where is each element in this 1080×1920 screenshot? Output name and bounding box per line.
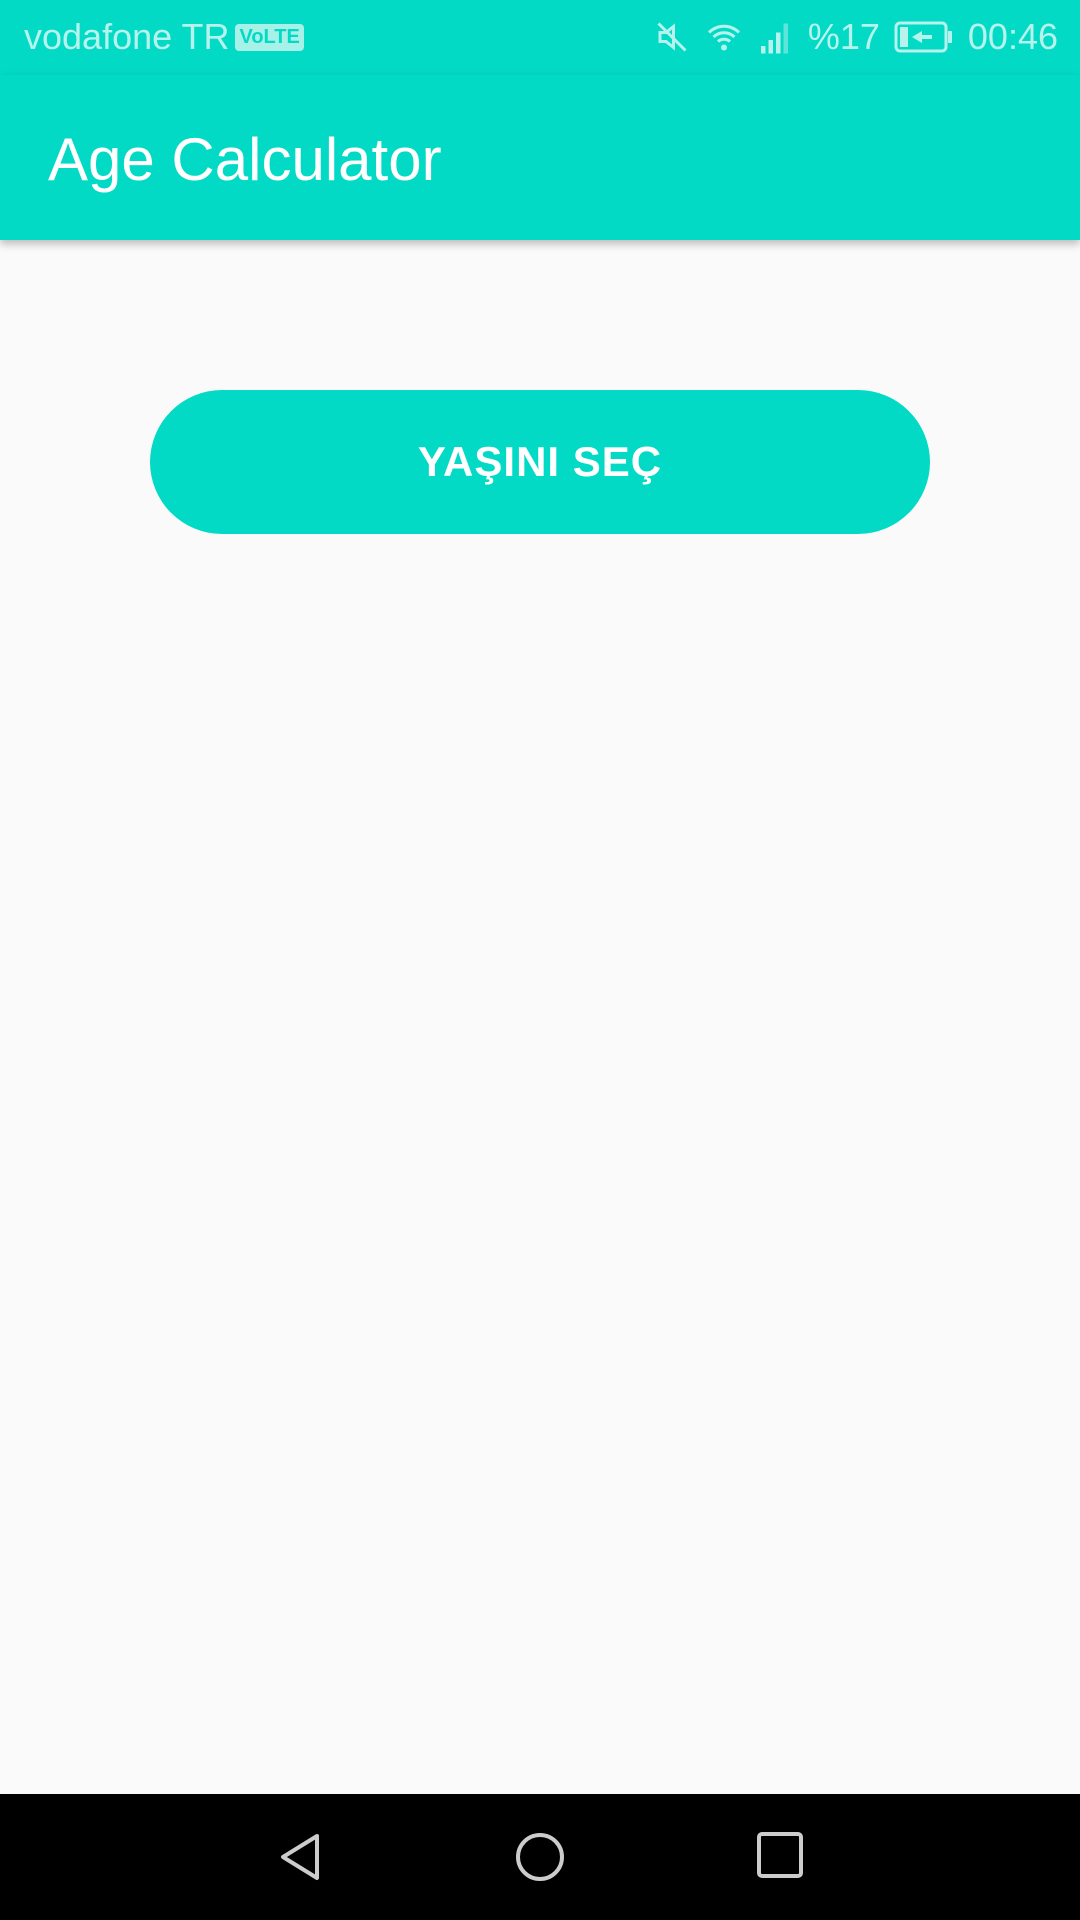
app-title: Age Calculator — [48, 126, 442, 193]
signal-icon — [760, 23, 788, 54]
pick-age-button[interactable]: YAŞINI SEÇ — [150, 390, 930, 534]
status-bar: vodafone TR VoLTE %17 00:46 — [0, 0, 1080, 75]
navigation-bar — [0, 1794, 1080, 1920]
back-icon[interactable] — [275, 1832, 325, 1882]
battery-charging-icon — [894, 21, 952, 53]
mute-icon — [657, 22, 687, 52]
volte-badge: VoLTE — [235, 23, 304, 51]
wifi-icon — [707, 24, 740, 51]
recents-icon[interactable] — [757, 1832, 803, 1878]
clock: 00:46 — [967, 16, 1058, 57]
home-icon[interactable] — [515, 1832, 565, 1882]
battery-percent: %17 — [807, 16, 880, 57]
app-bar: Age Calculator — [0, 75, 1080, 240]
carrier-name: vodafone TR — [24, 16, 230, 57]
